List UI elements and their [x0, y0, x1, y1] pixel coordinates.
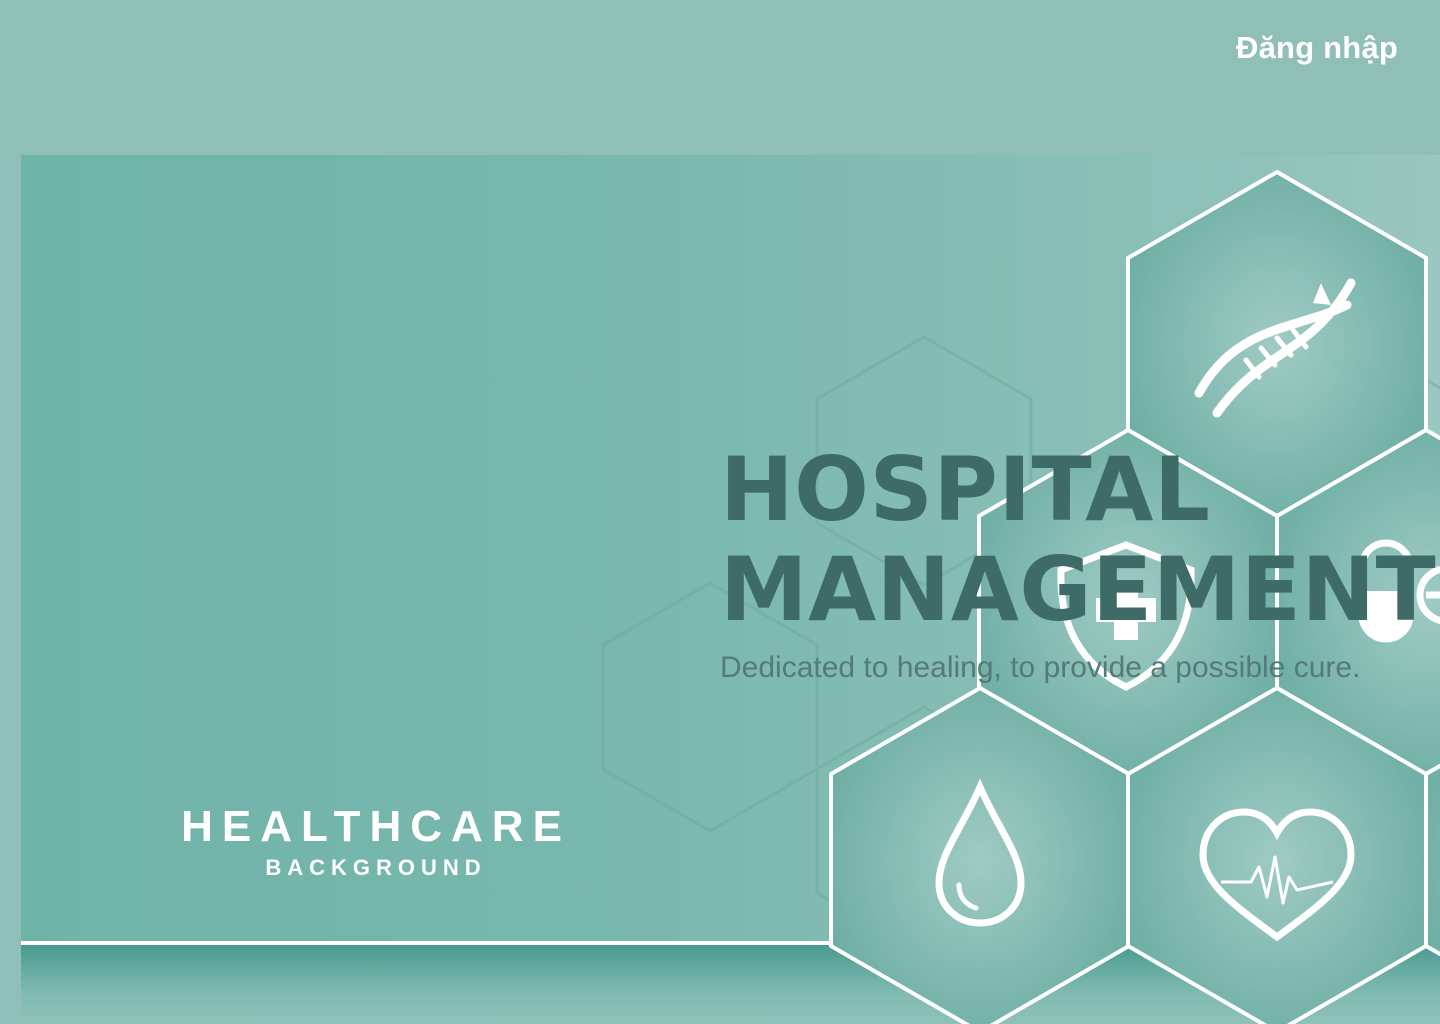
healthcare-logo: HEALTHCARE BACKGROUND [171, 805, 581, 881]
login-link[interactable]: Đăng nhập [1236, 30, 1398, 66]
top-bar: Đăng nhập [0, 0, 1440, 155]
hero-subtitle: Dedicated to healing, to provide a possi… [720, 651, 1361, 684]
brand-sub-text: BACKGROUND [265, 855, 487, 880]
brand-main-text: HEALTHCARE [181, 802, 571, 851]
hero-title: HOSPITAL MANAGEMENT [720, 440, 1440, 640]
hero-section: HOSPITAL MANAGEMENT Dedicated to healing… [720, 440, 1440, 686]
hero-title-line1: HOSPITAL [720, 438, 1211, 541]
hero-title-line2: MANAGEMENT [720, 538, 1437, 641]
